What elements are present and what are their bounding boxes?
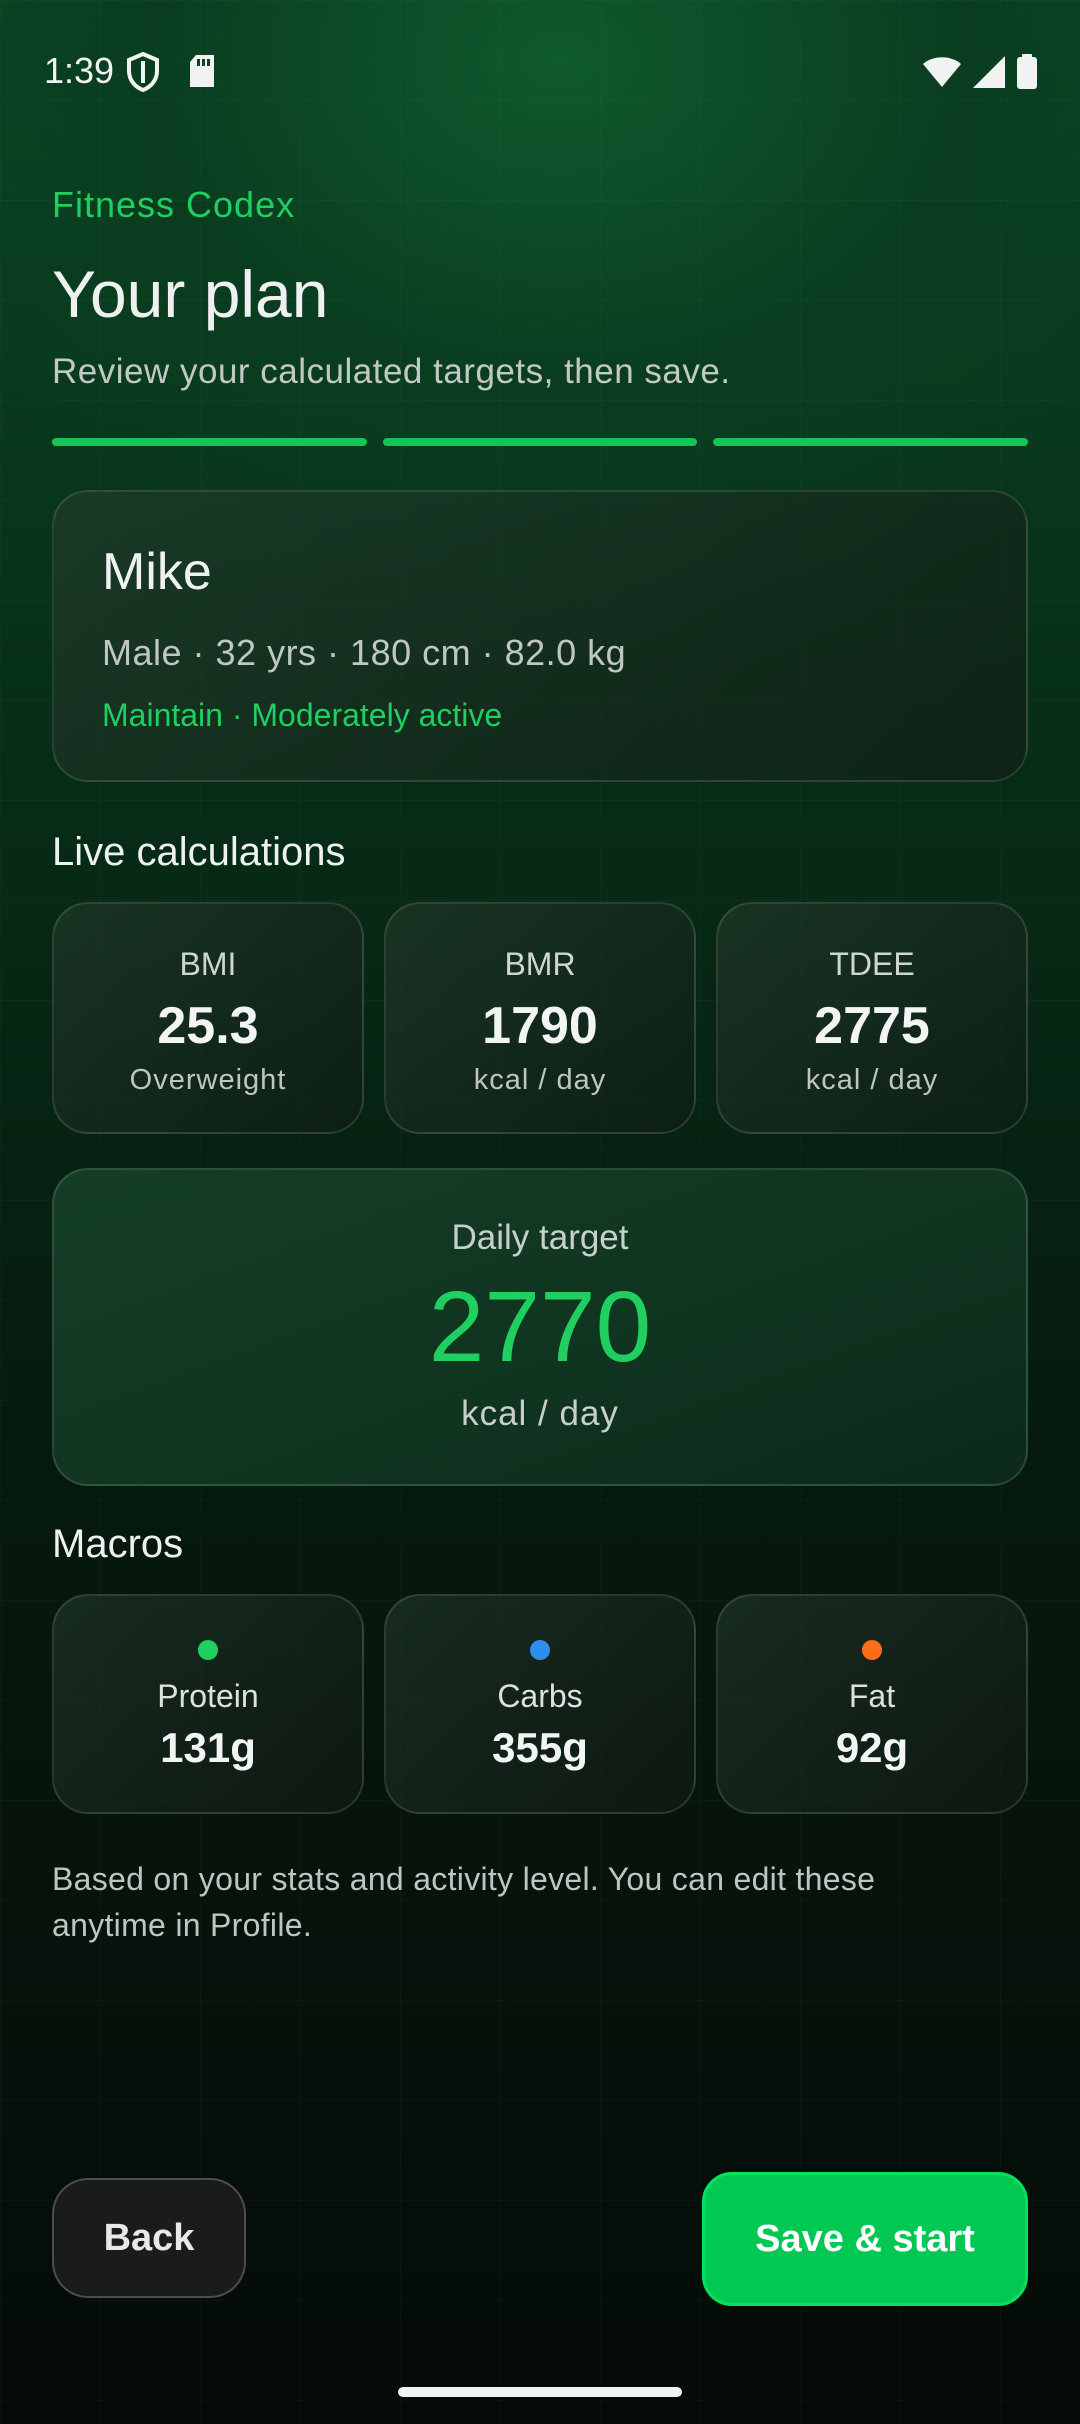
- bmi-tile: BMI 25.3 Overweight: [52, 902, 364, 1134]
- footnote: Based on your stats and activity level. …: [52, 1861, 876, 1943]
- tile-sub: Overweight: [129, 1064, 287, 1096]
- tile-label: BMI: [179, 946, 237, 982]
- profile-name: Mike: [102, 543, 212, 601]
- carbs-dot-icon: [530, 1640, 550, 1660]
- battery-icon: [1016, 54, 1038, 95]
- daily-target-label: Daily target: [451, 1218, 629, 1257]
- live-calculations-title: Live calculations: [52, 830, 346, 874]
- status-time: 1:39: [44, 50, 115, 91]
- sd-card-icon: [188, 54, 216, 93]
- status-bar: 1:39: [0, 0, 1080, 140]
- profile-card: Mike Male · 32 yrs · 180 cm · 82.0 kg Ma…: [52, 490, 1028, 782]
- tile-label: BMR: [504, 946, 576, 982]
- progress-step-3: [713, 438, 1029, 446]
- macro-value: 92g: [835, 1724, 909, 1771]
- brand-name: Fitness Codex: [52, 184, 296, 225]
- macro-label: Protein: [157, 1678, 259, 1714]
- tile-value: 2775: [814, 997, 930, 1055]
- tdee-tile: TDEE 2775 kcal / day: [716, 902, 1028, 1134]
- shield-icon: [126, 51, 160, 97]
- daily-target-card: Daily target 2770 kcal / day: [52, 1168, 1028, 1486]
- tile-value: 25.3: [157, 997, 259, 1055]
- home-indicator[interactable]: [398, 2387, 682, 2397]
- macro-value: 131g: [160, 1724, 256, 1771]
- daily-target-value: 2770: [428, 1271, 652, 1383]
- signal-icon: [972, 55, 1006, 94]
- daily-target-unit: kcal / day: [461, 1394, 619, 1433]
- tile-label: TDEE: [829, 946, 915, 982]
- tile-sub: kcal / day: [473, 1064, 607, 1096]
- step-progress: [52, 438, 1029, 448]
- wifi-icon: [922, 55, 962, 94]
- macro-fat-tile: Fat 92g: [716, 1594, 1028, 1814]
- progress-step-1: [52, 438, 367, 446]
- progress-step-2: [382, 438, 698, 446]
- profile-stats: Male · 32 yrs · 180 cm · 82.0 kg: [102, 632, 627, 673]
- page-title: Your plan: [52, 257, 329, 331]
- macro-value: 355g: [492, 1724, 588, 1771]
- macro-label: Carbs: [497, 1678, 583, 1714]
- fat-dot-icon: [862, 1640, 882, 1660]
- macro-label: Fat: [848, 1678, 896, 1714]
- macros-title: Macros: [52, 1522, 184, 1566]
- back-button[interactable]: Back: [52, 2178, 246, 2298]
- tile-value: 1790: [482, 997, 598, 1055]
- macro-carbs-tile: Carbs 355g: [384, 1594, 696, 1814]
- macro-protein-tile: Protein 131g: [52, 1594, 364, 1814]
- bmr-tile: BMR 1790 kcal / day: [384, 902, 696, 1134]
- status-right-icons: [922, 54, 1038, 95]
- protein-dot-icon: [198, 1640, 218, 1660]
- save-start-button[interactable]: Save & start: [702, 2172, 1028, 2306]
- profile-goal: Maintain · Moderately active: [102, 697, 503, 733]
- page-subtitle: Review your calculated targets, then sav…: [52, 352, 731, 391]
- tile-sub: kcal / day: [805, 1064, 939, 1096]
